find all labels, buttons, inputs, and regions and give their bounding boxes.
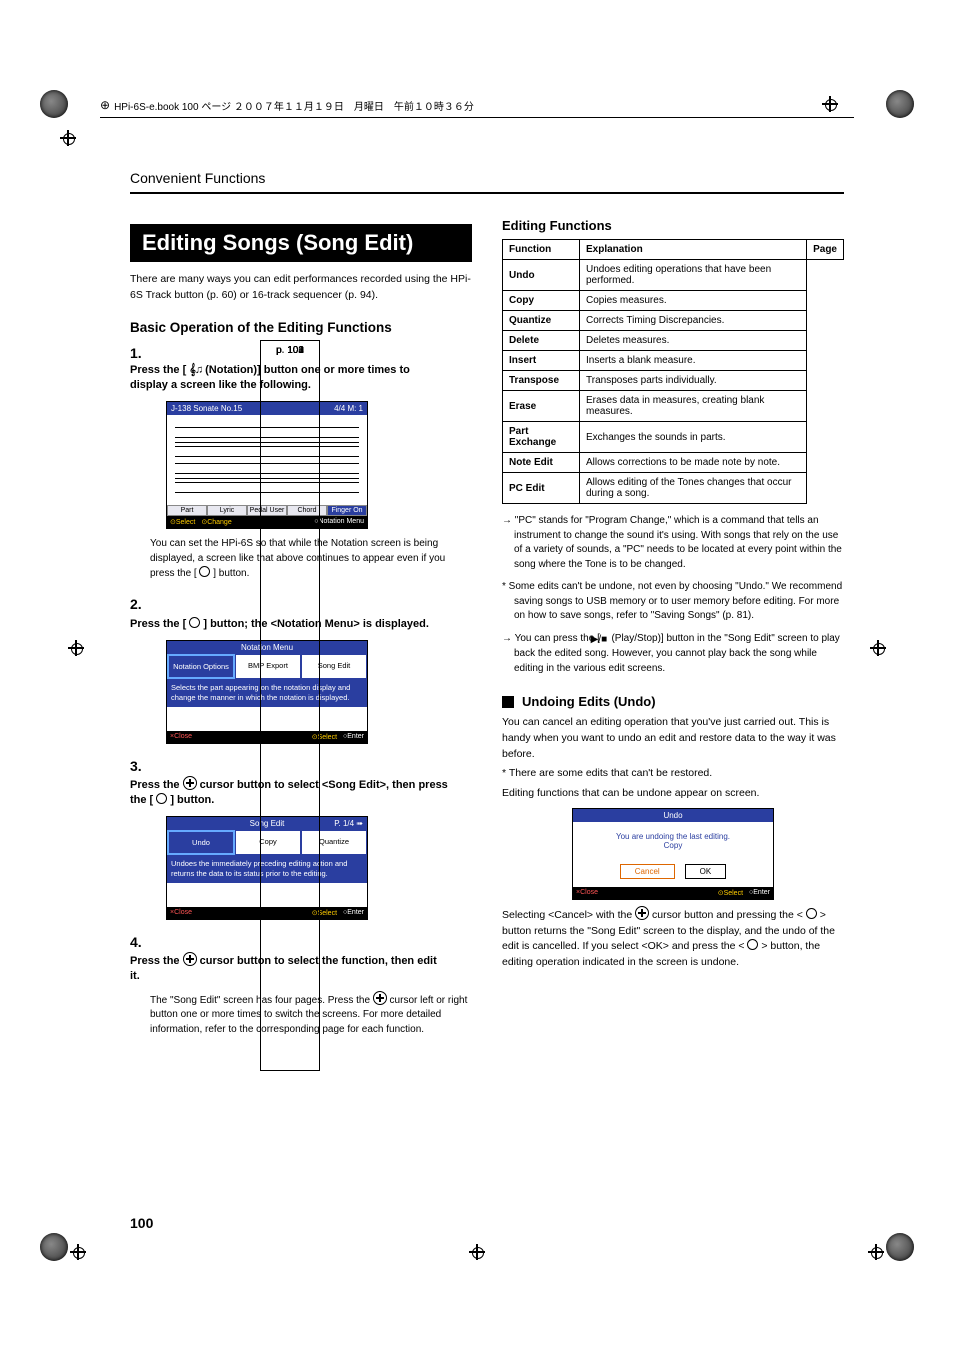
undo-dialog-screenshot: Undo You are undoing the last editing. C… — [572, 808, 774, 900]
table-row: DeleteDeletes measures.p. 102 — [503, 331, 844, 351]
circle-icon — [747, 939, 758, 950]
undo-para2: Editing functions that can be undone app… — [502, 786, 844, 802]
ss1-title-right: 4/4 M: 1 — [334, 404, 363, 413]
registration-mark-icon — [469, 1244, 485, 1260]
undo-para: You can cancel an editing operation that… — [502, 715, 844, 762]
step-number: 2. — [130, 596, 150, 612]
step-number: 3. — [130, 758, 150, 774]
table-row: Note EditAllows corrections to be made n… — [503, 453, 844, 473]
arrow-icon: ⊕ — [100, 98, 110, 112]
editing-functions-heading: Editing Functions — [502, 218, 844, 233]
intro-text: There are many ways you can edit perform… — [130, 272, 472, 304]
registration-mark-icon — [68, 640, 84, 656]
th-function: Function — [503, 240, 580, 260]
table-row: QuantizeCorrects Timing Discrepancies.p.… — [503, 311, 844, 331]
registration-mark-icon — [870, 640, 886, 656]
table-row: EraseErases data in measures, creating b… — [503, 391, 844, 422]
binder-ring-icon — [40, 90, 68, 118]
notes-list: → "PC" stands for "Program Change," whic… — [502, 514, 844, 676]
circle-icon — [199, 566, 210, 577]
table-row: UndoUndoes editing operations that have … — [503, 260, 844, 291]
registration-mark-icon — [60, 130, 76, 146]
circle-icon — [189, 617, 200, 628]
cursor-dpad-icon — [373, 991, 387, 1005]
undo-star-note: * There are some edits that can't be res… — [502, 766, 844, 782]
list-item: * Some edits can't be undone, not even b… — [502, 580, 844, 624]
binder-ring-icon — [886, 90, 914, 118]
cursor-dpad-icon — [183, 776, 197, 790]
notation-icon: 𝄞♫ — [189, 363, 202, 378]
list-item: → You can press the [ ▶/■ (Play/Stop)] b… — [502, 632, 844, 677]
play-stop-icon: ▶/■ — [603, 633, 609, 648]
th-page: Page — [807, 240, 844, 260]
registration-mark-icon — [868, 1244, 884, 1260]
registration-mark-icon — [70, 1244, 86, 1260]
circle-icon — [806, 908, 817, 919]
print-header: ⊕ HPi-6S-e.book 100 ページ ２００７年１１月１９日 月曜日 … — [100, 98, 854, 118]
table-row: TransposeTransposes parts individually.p… — [503, 371, 844, 391]
th-explanation: Explanation — [580, 240, 807, 260]
editing-functions-table: Function Explanation Page UndoUndoes edi… — [502, 239, 844, 504]
undo-closing: Selecting <Cancel> with the cursor butto… — [502, 906, 844, 971]
page-number: 100 — [130, 1215, 153, 1231]
section-title: Editing Songs (Song Edit) — [130, 224, 472, 262]
table-row: PC EditAllows editing of the Tones chang… — [503, 473, 844, 504]
list-item: → "PC" stands for "Program Change," whic… — [502, 514, 844, 572]
print-header-text: HPi-6S-e.book 100 ページ ２００７年１１月１９日 月曜日 午前… — [114, 102, 474, 113]
cancel-button: Cancel — [620, 864, 675, 879]
basic-operation-heading: Basic Operation of the Editing Functions — [130, 320, 472, 335]
table-row: CopyCopies measures.p. 101 — [503, 291, 844, 311]
ok-button: OK — [685, 864, 727, 879]
circle-icon — [156, 793, 167, 804]
ss1-title-left: J-138 Sonate No.15 — [171, 404, 242, 413]
step-number: 4. — [130, 934, 150, 950]
running-head: Convenient Functions — [130, 170, 844, 194]
cursor-dpad-icon — [635, 906, 649, 920]
table-row: Part ExchangeExchanges the sounds in par… — [503, 422, 844, 453]
step-number: 1. — [130, 345, 150, 361]
cursor-dpad-icon — [183, 952, 197, 966]
undo-heading: Undoing Edits (Undo) — [522, 694, 656, 709]
table-row: InsertInserts a blank measure.p. 102 — [503, 351, 844, 371]
square-bullet-icon — [502, 696, 514, 708]
